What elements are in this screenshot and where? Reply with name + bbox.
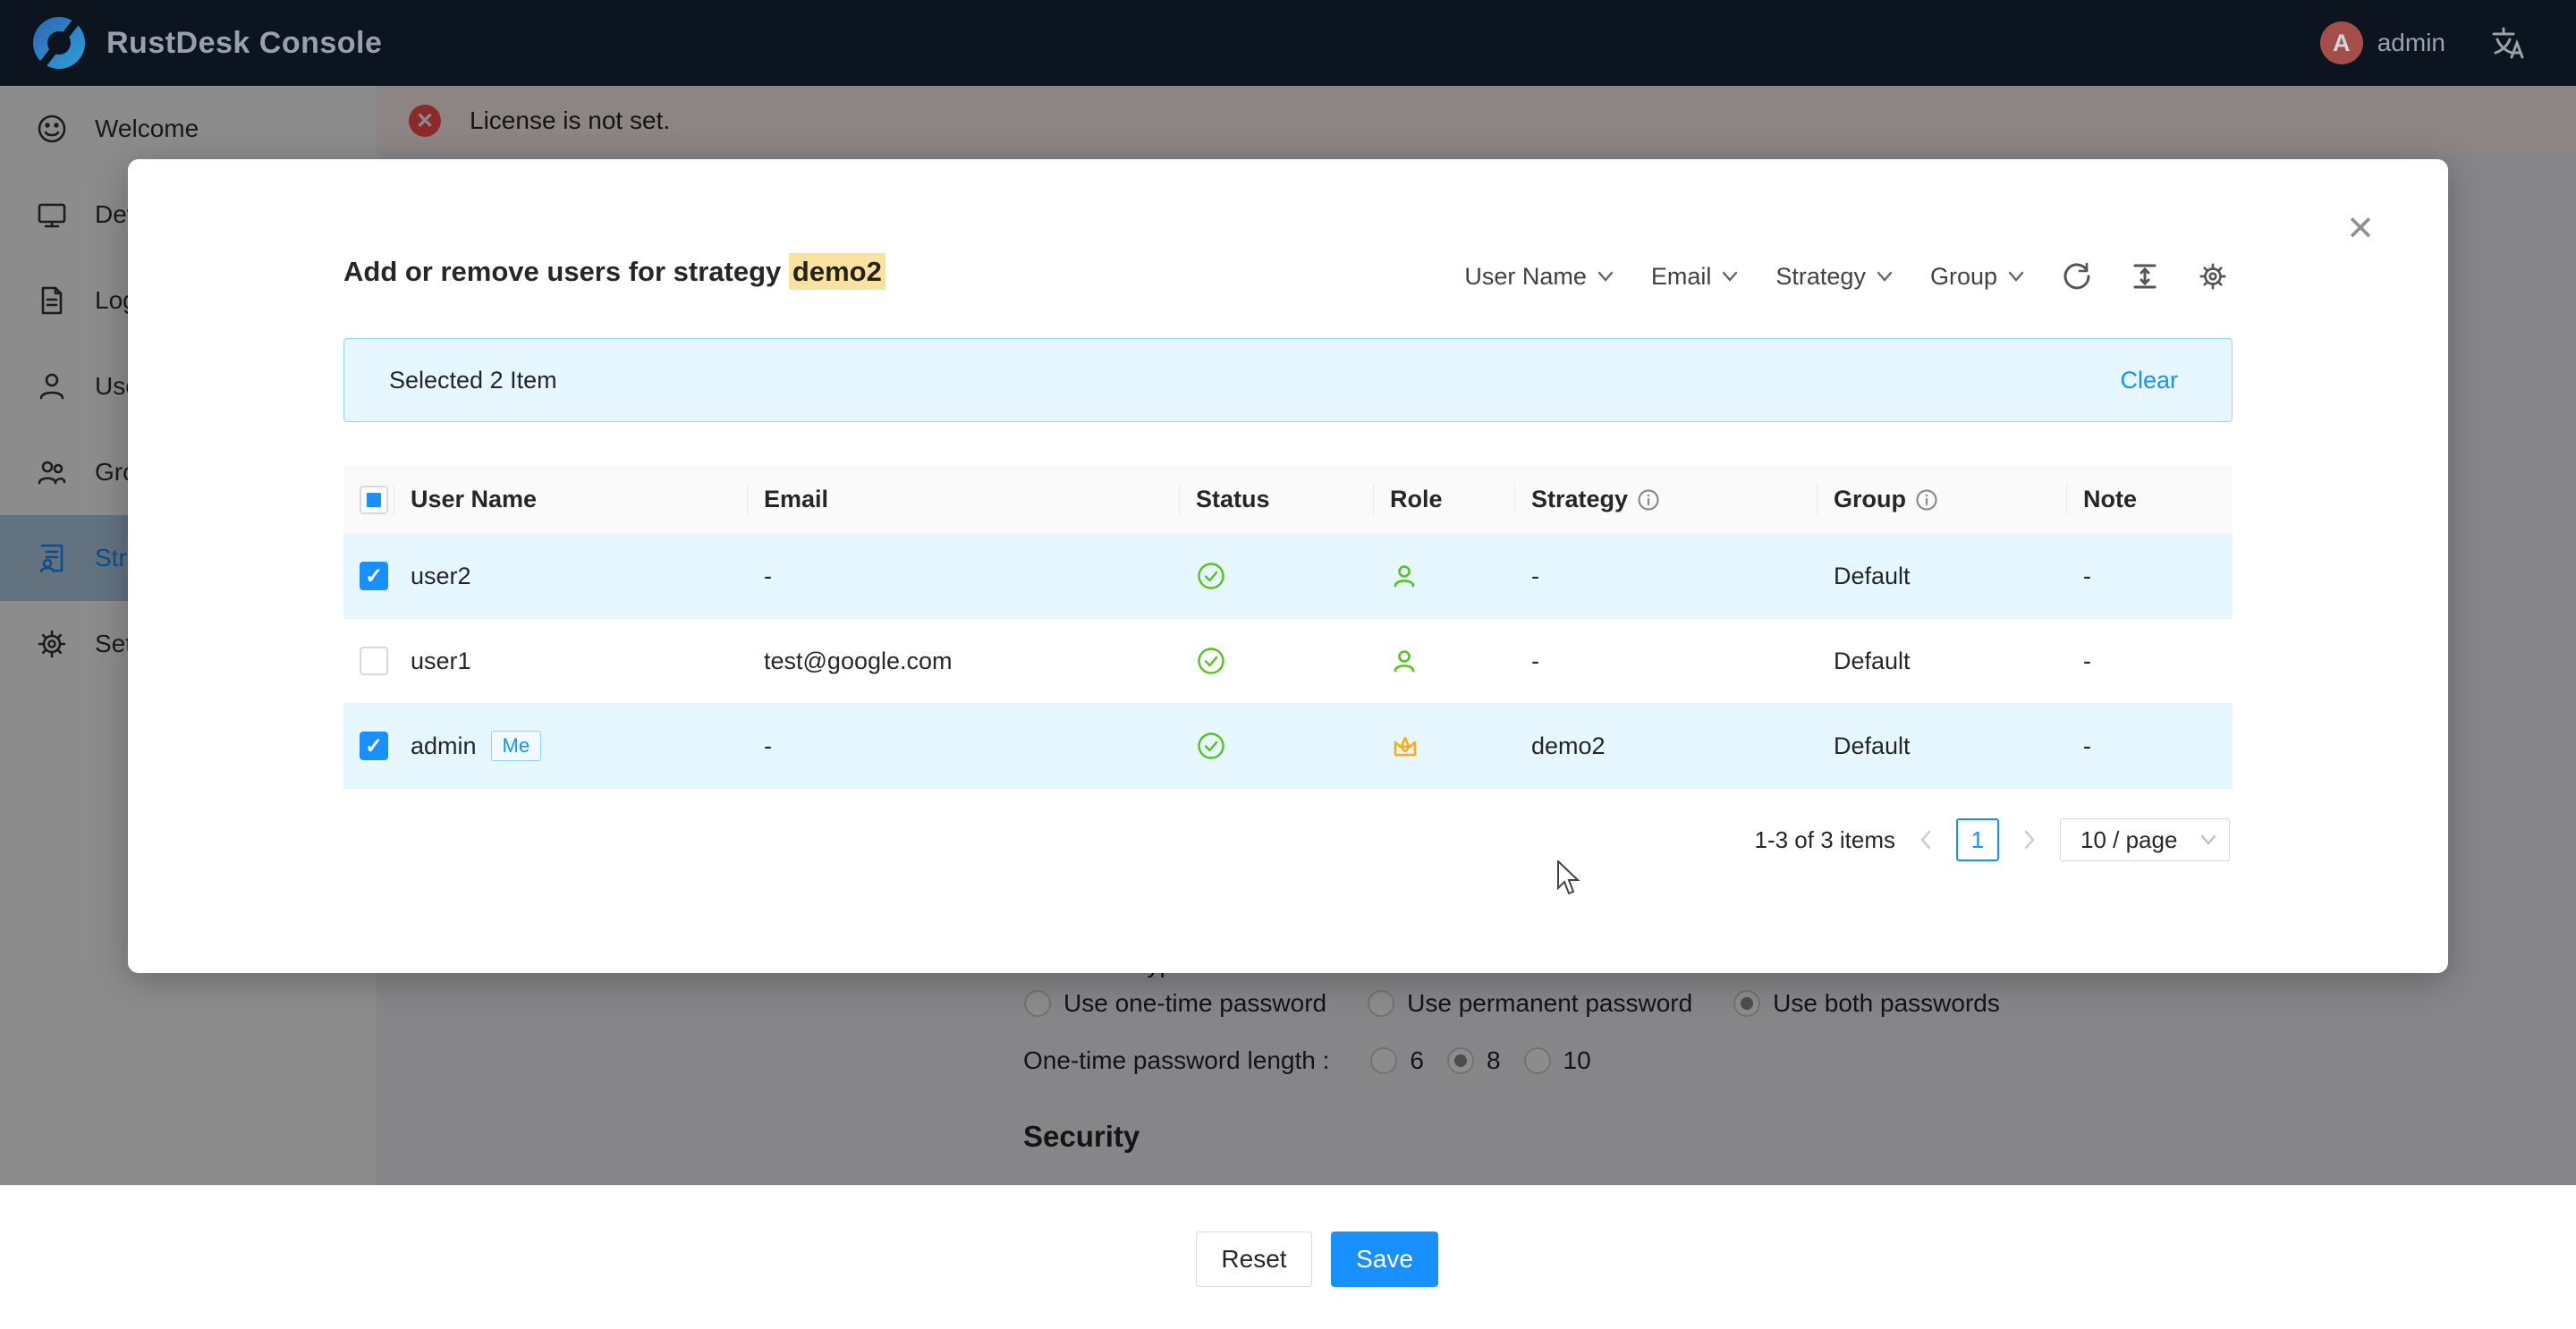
me-badge: Me bbox=[491, 731, 542, 761]
user-menu[interactable]: A admin bbox=[2320, 21, 2445, 64]
table-row-user1[interactable]: user1 test@google.com - Default - bbox=[343, 619, 2233, 704]
user-role-icon bbox=[1390, 562, 1419, 590]
cell-note: - bbox=[2067, 648, 2233, 675]
table-row-admin[interactable]: ✓ admin Me - demo2 Default - bbox=[343, 704, 2233, 789]
cell-email: - bbox=[748, 563, 1180, 590]
prev-page-icon[interactable] bbox=[1913, 827, 1938, 852]
pagination-total: 1-3 of 3 items bbox=[1754, 826, 1895, 854]
next-page-icon[interactable] bbox=[2017, 827, 2042, 852]
chevron-down-icon bbox=[2008, 271, 2024, 282]
save-button[interactable]: Save bbox=[1331, 1232, 1438, 1287]
cell-group: Default bbox=[1818, 563, 2067, 590]
avatar[interactable]: A bbox=[2320, 21, 2363, 64]
filter-email[interactable]: Email bbox=[1651, 263, 1739, 291]
refresh-icon[interactable] bbox=[2062, 261, 2092, 292]
users-table: User Name Email Status Role Strategy Gro… bbox=[343, 465, 2233, 789]
user-name: admin bbox=[2377, 29, 2445, 57]
column-height-icon[interactable] bbox=[2130, 261, 2160, 292]
info-icon[interactable] bbox=[1915, 488, 1938, 512]
page-size-select[interactable]: 10 / page bbox=[2060, 818, 2230, 861]
top-bar: RustDesk Console A admin bbox=[0, 0, 2576, 86]
cell-strategy: - bbox=[1515, 563, 1818, 590]
check-circle-icon bbox=[1196, 646, 1226, 676]
filter-strategy[interactable]: Strategy bbox=[1775, 263, 1893, 291]
filter-bar: User Name Email Strategy Group bbox=[1464, 261, 2228, 292]
cell-email: test@google.com bbox=[748, 648, 1180, 675]
filter-group[interactable]: Group bbox=[1930, 263, 2024, 291]
translate-icon[interactable] bbox=[2488, 23, 2528, 63]
chevron-down-icon bbox=[1877, 271, 1893, 282]
cell-user-name: admin Me bbox=[394, 731, 748, 761]
col-email: Email bbox=[748, 465, 1180, 534]
selection-count-text: Selected 2 Item bbox=[389, 367, 557, 394]
row-checkbox[interactable] bbox=[360, 647, 388, 675]
cell-group: Default bbox=[1818, 732, 2067, 760]
rustdesk-logo-icon bbox=[33, 17, 85, 69]
add-remove-users-modal: × Add or remove users for strategy demo2… bbox=[128, 159, 2448, 973]
table-row-user2[interactable]: ✓ user2 - - Default - bbox=[343, 534, 2233, 619]
cell-email: - bbox=[748, 732, 1180, 760]
col-user-name: User Name bbox=[394, 465, 748, 534]
cell-strategy: - bbox=[1515, 648, 1818, 675]
table-header-row: User Name Email Status Role Strategy Gro… bbox=[343, 465, 2233, 534]
cell-note: - bbox=[2067, 732, 2233, 760]
select-all-checkbox[interactable] bbox=[360, 486, 388, 514]
pagination: 1-3 of 3 items 1 10 / page bbox=[1754, 818, 2230, 861]
col-note: Note bbox=[2067, 465, 2233, 534]
col-strategy: Strategy bbox=[1515, 465, 1818, 534]
user-role-icon bbox=[1390, 647, 1419, 675]
clear-selection-link[interactable]: Clear bbox=[2120, 367, 2178, 394]
cell-strategy: demo2 bbox=[1515, 732, 1818, 760]
reset-button[interactable]: Reset bbox=[1196, 1232, 1312, 1287]
selection-bar: Selected 2 Item Clear bbox=[343, 338, 2233, 422]
info-icon[interactable] bbox=[1637, 488, 1660, 512]
cell-user-name: user1 bbox=[394, 648, 748, 675]
close-icon[interactable]: × bbox=[2335, 202, 2385, 252]
col-role: Role bbox=[1374, 465, 1515, 534]
modal-title: Add or remove users for strategy demo2 bbox=[343, 256, 886, 288]
check-circle-icon bbox=[1196, 731, 1226, 761]
strategy-name-highlight: demo2 bbox=[789, 253, 886, 290]
chevron-down-icon bbox=[1722, 271, 1738, 282]
chevron-down-icon bbox=[2200, 834, 2216, 845]
page-number[interactable]: 1 bbox=[1956, 818, 1999, 861]
check-circle-icon bbox=[1196, 561, 1226, 591]
crown-icon bbox=[1390, 731, 1420, 761]
cell-group: Default bbox=[1818, 648, 2067, 675]
row-checkbox[interactable]: ✓ bbox=[360, 732, 388, 760]
gear-icon[interactable] bbox=[2198, 261, 2228, 292]
app-title: RustDesk Console bbox=[106, 26, 382, 61]
col-group: Group bbox=[1818, 465, 2067, 534]
cell-user-name: user2 bbox=[394, 563, 748, 590]
col-status: Status bbox=[1180, 465, 1374, 534]
form-footer: Reset Save bbox=[0, 1185, 2576, 1329]
filter-user-name[interactable]: User Name bbox=[1464, 263, 1614, 291]
cell-note: - bbox=[2067, 563, 2233, 590]
row-checkbox[interactable]: ✓ bbox=[360, 562, 388, 590]
chevron-down-icon bbox=[1597, 271, 1614, 282]
